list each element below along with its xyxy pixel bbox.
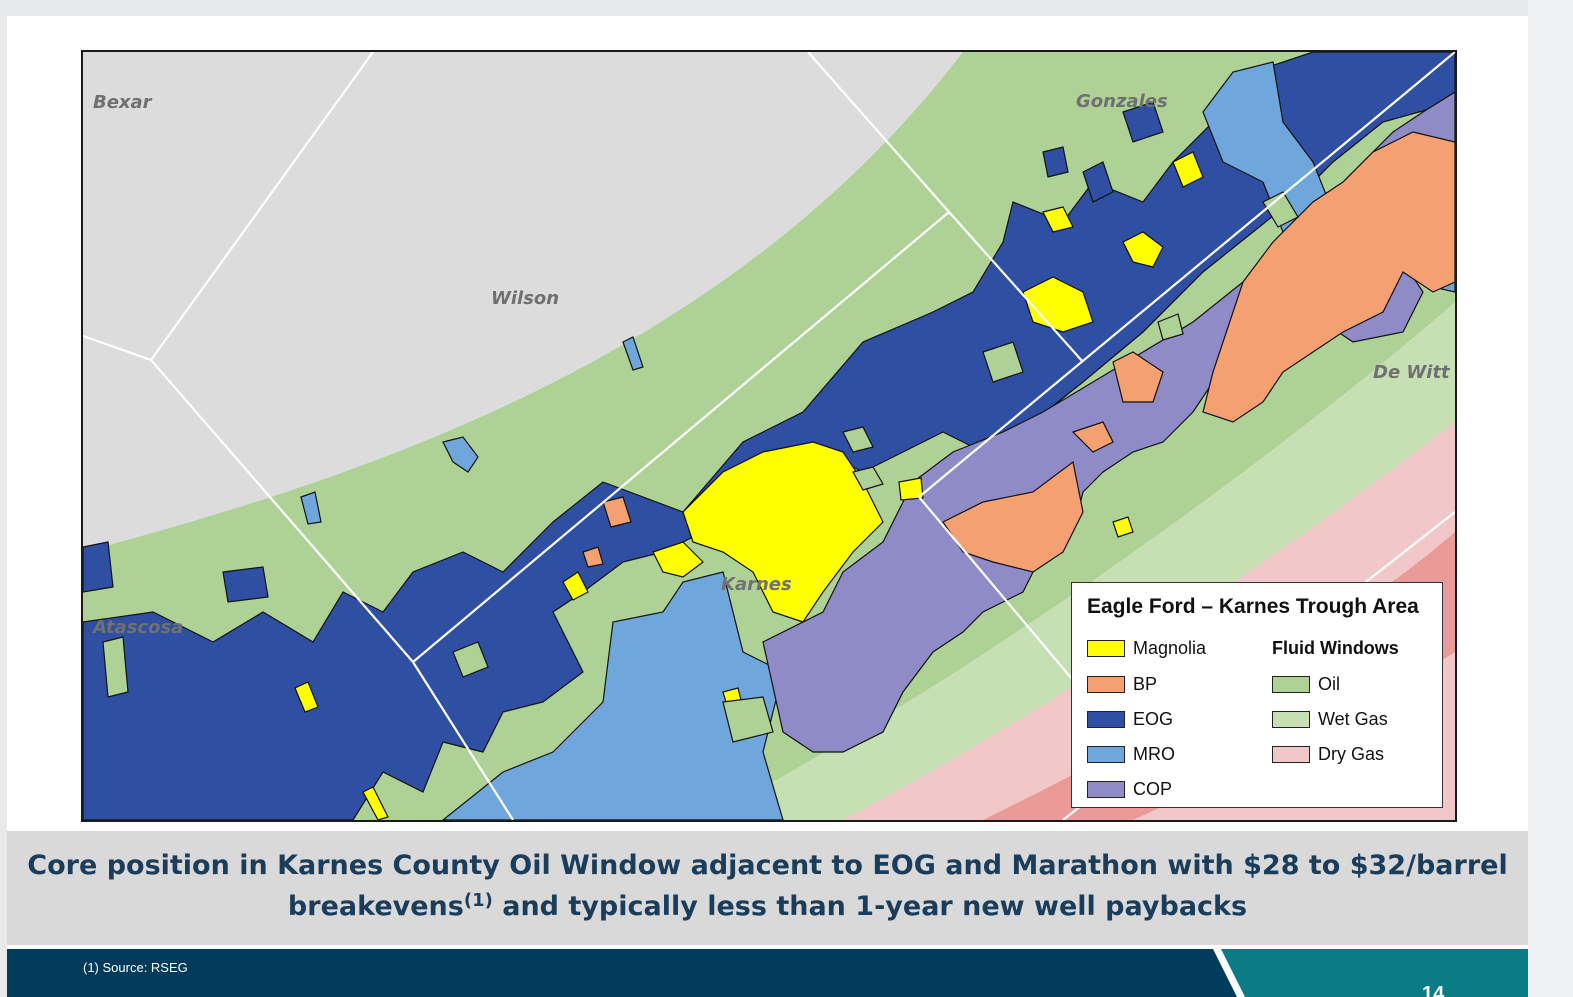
county-label-karnes: Karnes [721,574,792,595]
caption-text: Core position in Karnes County Oil Windo… [7,845,1528,927]
legend-fluid-windows-title: Fluid Windows [1272,638,1399,658]
footer-accent [1213,949,1528,997]
legend-swatch-dry-gas [1272,746,1310,763]
caption-line-2-end: and typically less than 1-year new well … [492,891,1248,922]
caption-line-2: breakevens(1) and typically less than 1-… [7,886,1528,927]
caption-line-2-start: breakevens [287,891,464,922]
footer-bar: (1) Source: RSEG 14 [7,949,1528,997]
legend-label: Dry Gas [1318,744,1385,764]
caption-footnote-ref: (1) [463,890,493,911]
legend-swatch-magnolia [1087,640,1125,657]
acreage-map: Bexar Wilson Gonzales De Witt Atascosa K… [81,50,1457,822]
legend-swatch-cop [1087,781,1125,798]
footnote: (1) Source: RSEG [83,960,188,975]
page-number: 14 [1422,983,1445,997]
window-right-edge [1528,0,1573,997]
legend-swatch-eog [1087,711,1125,728]
county-label-wilson: Wilson [491,288,560,309]
legend-title: Eagle Ford – Karnes Trough Area [1087,595,1419,618]
legend-label: Wet Gas [1318,709,1388,729]
county-label-de-witt: De Witt [1373,362,1450,383]
county-label-atascosa: Atascosa [93,617,184,638]
legend-label: BP [1133,674,1158,694]
legend-swatch-bp [1087,676,1125,693]
caption-line-1: Core position in Karnes County Oil Windo… [27,850,1508,881]
legend-label: Magnolia [1133,638,1207,658]
map-legend: Eagle Ford – Karnes Trough Area Magnolia… [1071,582,1443,808]
legend-label: EOG [1133,709,1174,729]
legend-swatch-wet-gas [1272,711,1310,728]
legend-swatch-mro [1087,746,1125,763]
caption-band: Core position in Karnes County Oil Windo… [7,831,1528,945]
legend-label: Oil [1318,674,1340,694]
county-label-gonzales: Gonzales [1076,91,1168,112]
legend-label: MRO [1133,744,1175,764]
slide: Bexar Wilson Gonzales De Witt Atascosa K… [7,16,1528,997]
legend-swatch-oil [1272,676,1310,693]
legend-label: COP [1133,779,1173,799]
county-label-bexar: Bexar [93,92,152,113]
